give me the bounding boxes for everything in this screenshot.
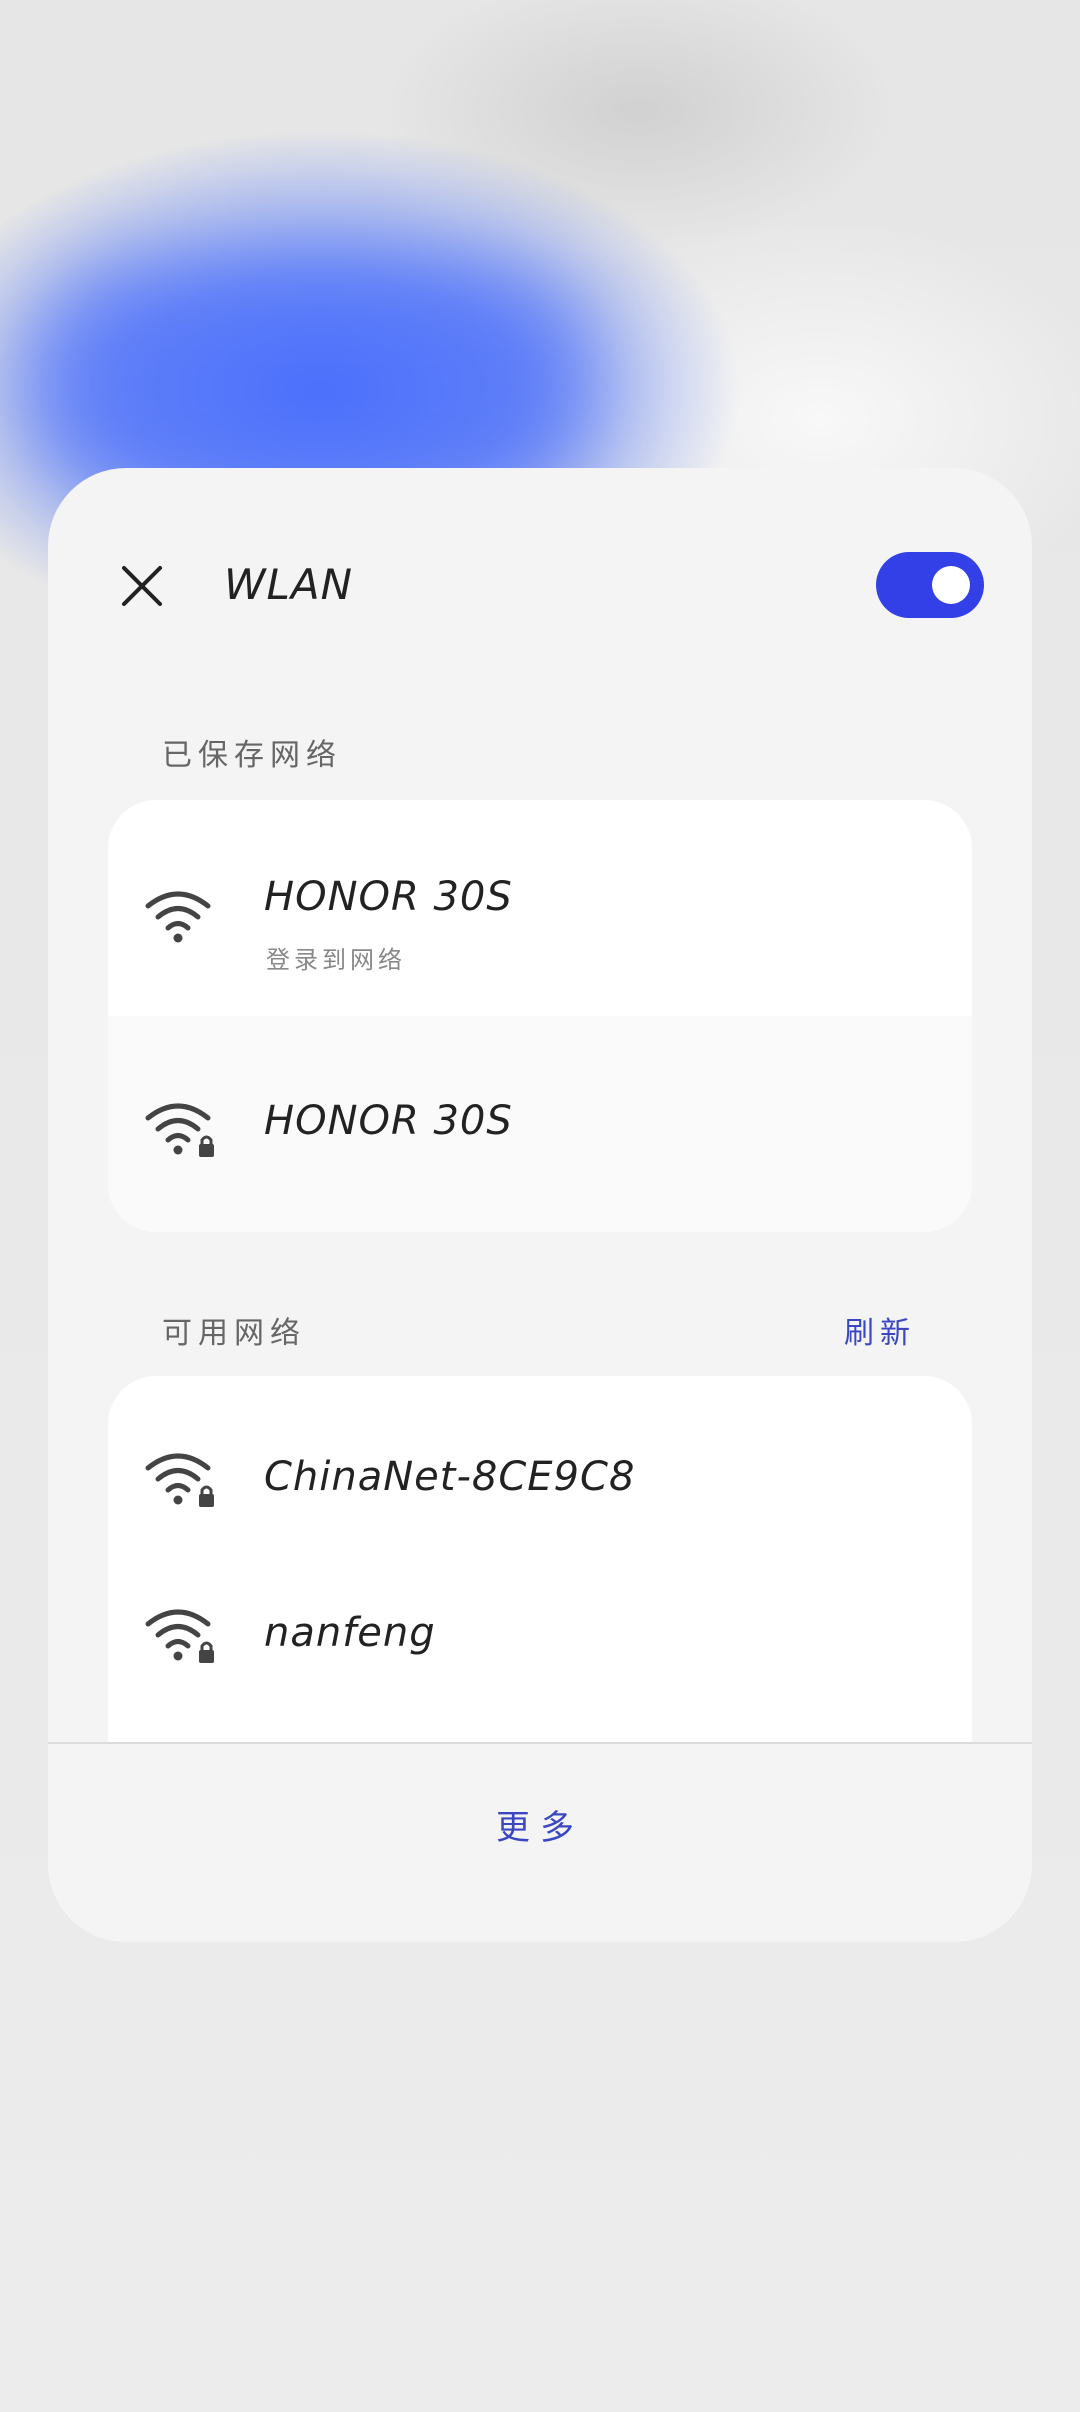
close-button[interactable] — [110, 554, 174, 618]
panel-footer: 更多 — [48, 1742, 1032, 1942]
wifi-icon — [145, 891, 211, 943]
wlan-toggle[interactable] — [876, 552, 984, 618]
saved-network-row[interactable]: HONOR 30S 登录到网络 — [108, 800, 972, 1016]
wifi-lock-icon — [145, 1453, 214, 1507]
refresh-button[interactable]: 刷新 — [844, 1308, 916, 1352]
available-network-row[interactable]: ChinaNet-8CE9C8 — [108, 1376, 972, 1536]
wlan-panel: WLAN 已保存网络 HONOR 30S 登录到网络 HONOR 30S 可用网… — [48, 468, 1032, 1942]
saved-networks-card: HONOR 30S 登录到网络 HONOR 30S — [108, 800, 972, 1232]
network-status: 登录到网络 — [266, 946, 406, 974]
saved-networks-label: 已保存网络 — [162, 738, 342, 773]
network-name: HONOR 30S — [264, 1098, 513, 1144]
wifi-lock-icon — [145, 1103, 214, 1157]
available-network-row[interactable]: nanfeng — [108, 1536, 972, 1696]
toggle-knob — [932, 566, 970, 604]
network-name: ChinaNet-8CE9C8 — [264, 1454, 636, 1500]
panel-title: WLAN — [224, 560, 354, 609]
saved-network-row[interactable]: HONOR 30S — [108, 1016, 972, 1232]
close-icon — [122, 566, 162, 606]
more-button[interactable]: 更多 — [48, 1800, 1032, 1849]
background-blur-shape — [30, 270, 590, 500]
network-name: HONOR 30S — [264, 874, 513, 920]
panel-header: WLAN — [48, 468, 1032, 638]
wifi-lock-icon — [145, 1609, 214, 1663]
network-name: nanfeng — [264, 1610, 436, 1656]
available-networks-label: 可用网络 — [162, 1316, 306, 1351]
